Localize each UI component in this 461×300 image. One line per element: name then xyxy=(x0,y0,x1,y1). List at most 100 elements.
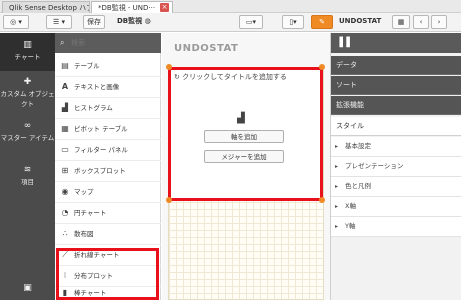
scatter-icon: ∴ xyxy=(62,229,68,238)
add-dimension-button[interactable]: 軸を追加 xyxy=(204,130,284,143)
section-data[interactable]: データ xyxy=(331,56,461,75)
rail-item-charts[interactable]: ▥ チャート xyxy=(0,33,55,71)
resize-handle-bottom-right[interactable] xyxy=(319,197,325,203)
resize-handle-top-left[interactable] xyxy=(166,64,172,70)
properties-panel: ▐▐ データ ソート 拡張機能 スタイル ▸ 基本設定 ▸ プレゼンテーション ▸ 色… xyxy=(330,33,461,300)
asset-item-table[interactable]: ▤ テーブル xyxy=(55,56,161,77)
rail-item-fields[interactable]: ≋ 項目 xyxy=(0,165,55,197)
pivot-table-icon: ▦ xyxy=(61,124,69,133)
device-icon: ▯▾ xyxy=(289,18,297,26)
global-menu-button[interactable]: ☰ ▾ xyxy=(46,15,72,29)
asset-item-histogram[interactable]: ▟ ヒストグラム xyxy=(55,98,161,119)
asset-item-label: 散布図 xyxy=(74,230,94,238)
sheet-name: UNDOSTAT xyxy=(339,17,382,25)
asset-item-label: 円チャート xyxy=(74,209,107,217)
asset-item-pie[interactable]: ◔ 円チャート xyxy=(55,203,161,224)
section-extensions[interactable]: 拡張機能 xyxy=(331,96,461,115)
asset-item-map[interactable]: ◉ マップ xyxy=(55,182,161,203)
sheet-title[interactable]: UNDOSTAT xyxy=(174,43,238,54)
rail-bottom-button[interactable]: ▣ xyxy=(0,283,55,297)
grid-icon: ▦ xyxy=(397,18,405,26)
refresh-icon: ↻ xyxy=(174,73,180,81)
rail-item-label: 項目 xyxy=(21,178,34,186)
asset-panel: ⌕ ▤ テーブル A テキストと画像 ▟ ヒストグラム ▦ ピボット テーブル ▭ フィル… xyxy=(55,33,161,300)
text-icon: A xyxy=(61,82,69,91)
list-icon: ☰ ▾ xyxy=(52,18,65,26)
chart-title-prompt[interactable]: ↻ クリックしてタイトルを追加する xyxy=(174,72,287,82)
asset-item-label: ヒストグラム xyxy=(74,104,113,112)
boxplot-icon: ⊞ xyxy=(61,166,69,175)
toolbar: ◎ ▾ ☰ ▾ 保存 DB監視 ◍ ▭▾ ▯▾ ✎ UNDOSTAT ▦ ‹ › xyxy=(0,13,461,32)
chevron-right-icon: ▸ xyxy=(335,203,339,210)
rail-item-label: チャート xyxy=(14,53,41,61)
screen-button[interactable]: ▭▾ xyxy=(239,15,263,29)
asset-item-filter-panel[interactable]: ▭ フィルター パネル xyxy=(55,140,161,161)
style-item-label: 色と凡例 xyxy=(345,182,371,190)
search-input[interactable] xyxy=(71,37,155,49)
chevron-left-icon: ‹ xyxy=(419,18,423,26)
bar-chart-icon: ▟ xyxy=(237,113,245,124)
style-item-colors-legend[interactable]: ▸ 色と凡例 xyxy=(331,177,461,197)
tab-app-label: *DB監視 - UND··· xyxy=(98,4,156,12)
panel-toggle-icon: ▣ xyxy=(23,283,32,293)
edit-button[interactable]: ✎ xyxy=(311,15,333,29)
chevron-right-icon: ▸ xyxy=(335,183,339,190)
style-item-label: X軸 xyxy=(345,202,356,210)
asset-item-scatter[interactable]: ∴ 散布図 xyxy=(55,224,161,245)
device-button[interactable]: ▯▾ xyxy=(282,15,304,29)
sheet-list-button[interactable]: ▦ xyxy=(392,15,410,29)
chart-title-text: クリックしてタイトルを追加する xyxy=(182,73,287,81)
asset-item-boxplot[interactable]: ⊞ ボックスプロット xyxy=(55,161,161,182)
search-bar: ⌕ xyxy=(55,33,161,53)
chart-object[interactable]: ↻ クリックしてタイトルを追加する ▟ 軸を追加 メジャーを追加 xyxy=(168,67,323,201)
pie-icon: ◔ xyxy=(61,208,69,217)
info-icon[interactable]: ◍ xyxy=(145,17,151,25)
tab-hub[interactable]: Qlik Sense Desktop ハブ xyxy=(2,1,90,13)
style-item-x-axis[interactable]: ▸ X軸 xyxy=(331,197,461,217)
asset-item-pivot-table[interactable]: ▦ ピボット テーブル xyxy=(55,119,161,140)
previous-sheet-button[interactable]: ‹ xyxy=(413,15,429,29)
close-icon[interactable]: × xyxy=(160,3,169,12)
chevron-right-icon: ▸ xyxy=(335,163,339,170)
rail-item-master-items[interactable]: ∞ マスター アイテム xyxy=(0,121,55,157)
app-title: DB監視 ◍ xyxy=(117,15,151,28)
rail-item-label: カスタム オブジェクト xyxy=(0,90,55,108)
rail-item-custom-objects[interactable]: ✚ カスタム オブジェクト xyxy=(0,77,55,113)
histogram-icon: ▟ xyxy=(61,103,69,112)
map-icon: ◉ xyxy=(61,187,69,196)
puzzle-icon: ✚ xyxy=(23,77,32,87)
asset-item-label: テキストと画像 xyxy=(74,83,120,91)
chart-icon: ▐▐ xyxy=(336,38,350,48)
section-sort[interactable]: ソート xyxy=(331,76,461,95)
navigation-button[interactable]: ◎ ▾ xyxy=(3,15,29,29)
add-measure-button[interactable]: メジャーを追加 xyxy=(204,150,284,163)
style-item-presentation[interactable]: ▸ プレゼンテーション xyxy=(331,157,461,177)
asset-item-text-image[interactable]: A テキストと画像 xyxy=(55,77,161,98)
style-item-general[interactable]: ▸ 基本設定 xyxy=(331,137,461,157)
properties-header: ▐▐ xyxy=(331,33,461,53)
asset-item-label: ピボット テーブル xyxy=(74,125,128,133)
browser-tab-bar: Qlik Sense Desktop ハブ *DB監視 - UND··· × xyxy=(0,0,461,13)
style-item-y-axis[interactable]: ▸ Y軸 xyxy=(331,217,461,237)
link-icon: ∞ xyxy=(23,121,32,131)
chevron-right-icon: ▸ xyxy=(335,143,339,150)
chart-icon: ▥ xyxy=(23,40,32,50)
style-item-label: 基本設定 xyxy=(345,142,371,150)
asset-item-label: フィルター パネル xyxy=(74,146,128,154)
table-icon: ▤ xyxy=(61,61,69,70)
filter-panel-icon: ▭ xyxy=(61,145,69,154)
resize-handle-bottom-left[interactable] xyxy=(166,197,172,203)
compass-icon: ◎ ▾ xyxy=(10,18,22,26)
save-button[interactable]: 保存 xyxy=(83,15,105,29)
section-style[interactable]: スタイル xyxy=(331,117,461,136)
monitor-icon: ▭▾ xyxy=(245,18,257,26)
app-name: DB監視 xyxy=(117,17,143,25)
tab-app[interactable]: *DB監視 - UND··· × xyxy=(91,1,173,13)
pencil-icon: ✎ xyxy=(319,18,325,26)
save-label: 保存 xyxy=(87,18,101,26)
chevron-right-icon: › xyxy=(437,18,441,26)
search-icon: ⌕ xyxy=(60,38,65,47)
next-sheet-button[interactable]: › xyxy=(431,15,447,29)
resize-handle-top-right[interactable] xyxy=(319,64,325,70)
asset-item-label: ボックスプロット xyxy=(74,167,126,175)
